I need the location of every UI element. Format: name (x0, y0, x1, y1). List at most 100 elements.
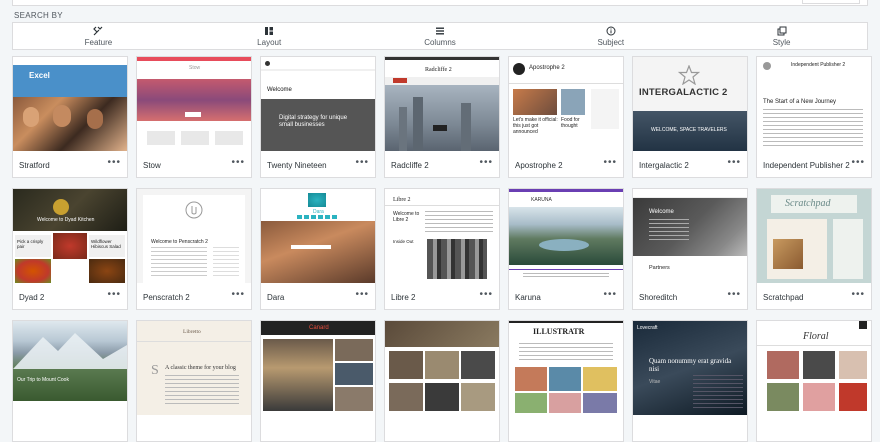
theme-name: Dara (267, 293, 285, 302)
filter-layout-label: Layout (257, 37, 282, 47)
filter-feature[interactable]: Feature (13, 23, 184, 49)
theme-thumbnail: Welcome Partners (633, 189, 747, 283)
more-options-button[interactable]: ••• (231, 289, 245, 300)
theme-card-illustratr[interactable]: ILLUSTRATR (508, 320, 624, 442)
theme-card-photo-grid[interactable] (384, 320, 500, 442)
search-by-label: SEARCH BY (14, 11, 63, 20)
theme-name: Intergalactic 2 (639, 161, 689, 170)
thumb-heading: Our Trip to Mount Cook (17, 377, 69, 383)
theme-thumbnail: INTERGALACTIC 2 WELCOME, SPACE TRAVELERS (633, 57, 747, 151)
more-options-button[interactable]: ••• (107, 157, 121, 168)
theme-card-canard[interactable]: Canard (260, 320, 376, 442)
theme-card-independent-publisher-2[interactable]: Independent Publisher 2 The Start of a N… (756, 56, 872, 178)
thumb-heading: Libretto (183, 329, 201, 335)
star-icon (678, 65, 700, 85)
filter-style[interactable]: Style (696, 23, 867, 49)
more-options-button[interactable]: ••• (727, 289, 741, 300)
theme-card-libretto[interactable]: Libretto S A classic theme for your blog (136, 320, 252, 442)
theme-name: Independent Publisher 2 (763, 161, 850, 170)
thumb-caption: Food for thought (561, 117, 580, 129)
filter-layout[interactable]: Layout (184, 23, 355, 49)
filter-subject-label: Subject (597, 37, 625, 47)
theme-card-twenty-nineteen[interactable]: Welcome Digital strategy for unique smal… (260, 56, 376, 178)
theme-card-shoreditch[interactable]: Welcome Partners Shoreditch ••• (632, 188, 748, 310)
theme-thumbnail: Welcome to Dyad Kitchen Pick a crisply p… (13, 189, 127, 283)
filter-bar: Feature Layout Columns Subject Style (12, 22, 868, 50)
theme-card-floral[interactable]: Floral (756, 320, 872, 442)
thumb-text: Digital strategy for unique small busine… (279, 115, 348, 128)
thumb-heading: Radcliffe 2 (425, 67, 452, 73)
theme-card-stratford[interactable]: Excel Stratford ••• (12, 56, 128, 178)
info-icon (606, 26, 616, 35)
thumb-heading: Apostrophe 2 (529, 65, 565, 71)
more-options-button[interactable]: ••• (851, 157, 865, 168)
thumb-heading: KARUNA (531, 197, 552, 203)
filter-columns-label: Columns (424, 37, 456, 47)
more-options-button[interactable]: ••• (231, 157, 245, 168)
more-options-button[interactable]: ••• (107, 289, 121, 300)
theme-thumbnail: KARUNA (509, 189, 623, 283)
more-options-button[interactable]: ••• (355, 289, 369, 300)
thumb-subheading: Vitae (649, 379, 661, 385)
theme-card-mountain[interactable]: Our Trip to Mount Cook (12, 320, 128, 442)
theme-name: Penscratch 2 (143, 293, 190, 302)
more-options-button[interactable]: ••• (727, 157, 741, 168)
more-options-button[interactable]: ••• (603, 157, 617, 168)
thumb-heading: Scratchpad (785, 198, 831, 209)
theme-card-lovecraft[interactable]: Lovecraft Quam nonummy erat gravida nisi… (632, 320, 748, 442)
theme-name: Stow (143, 161, 161, 170)
theme-name: Libre 2 (391, 293, 416, 302)
theme-name: Radcliffe 2 (391, 161, 429, 170)
theme-thumbnail: Libretto S A classic theme for your blog (137, 321, 251, 415)
more-options-button[interactable]: ••• (851, 289, 865, 300)
theme-thumbnail: Lovecraft Quam nonummy erat gravida nisi… (633, 321, 747, 415)
theme-card-apostrophe-2[interactable]: Apostrophe 2 Let's make it official: thi… (508, 56, 624, 178)
more-options-button[interactable]: ••• (479, 157, 493, 168)
theme-thumbnail: Dara (261, 189, 375, 283)
thumb-heading: Welcome to Penscratch 2 (151, 239, 208, 245)
thumb-heading: Canard (309, 325, 329, 331)
paperclip-icon (185, 201, 203, 219)
theme-name: Stratford (19, 161, 50, 170)
theme-card-dyad-2[interactable]: Welcome to Dyad Kitchen Pick a crisply p… (12, 188, 128, 310)
mountain-graphic (13, 333, 127, 369)
theme-thumbnail: ILLUSTRATR (509, 321, 623, 415)
thumb-heading: INTERGALACTIC 2 (639, 87, 728, 98)
more-options-button[interactable]: ••• (355, 157, 369, 168)
theme-thumbnail: Libre 2 Welcome to Libre 2 Inside Out (385, 189, 499, 283)
theme-card-radcliffe-2[interactable]: Radcliffe 2 Radcliffe 2 ••• (384, 56, 500, 178)
filter-subject[interactable]: Subject (525, 23, 696, 49)
theme-name: Scratchpad (763, 293, 804, 302)
theme-card-libre-2[interactable]: Libre 2 Welcome to Libre 2 Inside Out Li… (384, 188, 500, 310)
theme-thumbnail (385, 321, 499, 415)
thumb-subheading: Inside Out (393, 239, 414, 244)
filter-feature-label: Feature (84, 37, 113, 47)
theme-name: Karuna (515, 293, 541, 302)
filter-columns[interactable]: Columns (355, 23, 526, 49)
theme-name: Dyad 2 (19, 293, 45, 302)
theme-thumbnail: Welcome Digital strategy for unique smal… (261, 57, 375, 151)
theme-thumbnail: Apostrophe 2 Let's make it official: thi… (509, 57, 623, 151)
theme-card-scratchpad[interactable]: Scratchpad Scratchpad ••• (756, 188, 872, 310)
style-icon (777, 26, 787, 35)
search-button-edge[interactable] (802, 0, 860, 4)
columns-icon (435, 27, 444, 34)
more-options-button[interactable]: ••• (603, 289, 617, 300)
more-options-button[interactable]: ••• (479, 289, 493, 300)
thumb-title: A classic theme for your blog (165, 365, 236, 371)
theme-name: Twenty Nineteen (267, 161, 327, 170)
thumb-title: Welcome to Libre 2 (393, 211, 420, 223)
theme-card-intergalactic-2[interactable]: INTERGALACTIC 2 WELCOME, SPACE TRAVELERS… (632, 56, 748, 178)
theme-card-dara[interactable]: Dara Dara ••• (260, 188, 376, 310)
tools-icon (93, 26, 103, 35)
theme-card-karuna[interactable]: KARUNA Karuna ••• (508, 188, 624, 310)
thumb-heading: ILLUSTRATR (533, 327, 585, 336)
theme-thumbnail: Stow (137, 57, 251, 151)
theme-thumbnail: Our Trip to Mount Cook (13, 321, 127, 415)
theme-card-penscratch-2[interactable]: Welcome to Penscratch 2 Penscratch 2 ••• (136, 188, 252, 310)
search-box-edge[interactable] (12, 0, 868, 6)
theme-thumbnail: Radcliffe 2 (385, 57, 499, 151)
thumb-caption: Wildflower Hibiscus Salad (91, 239, 121, 249)
theme-thumbnail: Floral (757, 321, 871, 415)
theme-card-stow[interactable]: Stow Stow ••• (136, 56, 252, 178)
